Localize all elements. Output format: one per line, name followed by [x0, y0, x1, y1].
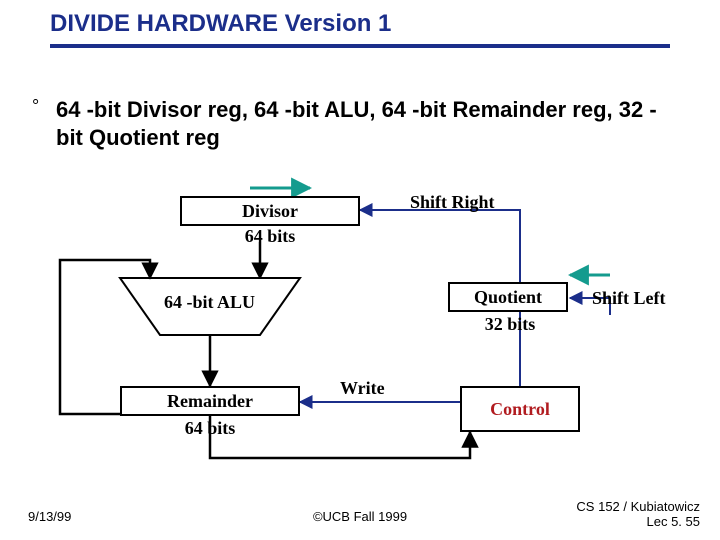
- bullet-marker: °: [32, 96, 39, 117]
- quotient-label: Quotient: [474, 287, 542, 308]
- remainder-register: Remainder: [120, 386, 300, 416]
- title-underline: [50, 44, 670, 48]
- write-label: Write: [340, 378, 385, 399]
- control-label: Control: [490, 399, 550, 420]
- control-block: Control: [460, 386, 580, 432]
- alu-label: 64 -bit ALU: [164, 292, 255, 313]
- diagram-wires: [40, 170, 680, 470]
- divisor-register: Divisor: [180, 196, 360, 226]
- bullet-text: 64 -bit Divisor reg, 64 -bit ALU, 64 -bi…: [56, 96, 676, 151]
- hardware-diagram: Divisor 64 bits Shift Right 64 -bit ALU …: [40, 170, 680, 470]
- remainder-label: Remainder: [167, 391, 253, 412]
- remainder-bits: 64 bits: [170, 418, 250, 439]
- footer-lecture: Lec 5. 55: [647, 514, 701, 529]
- footer-course: CS 152 / Kubiatowicz Lec 5. 55: [576, 500, 700, 530]
- divisor-bits: 64 bits: [220, 226, 320, 247]
- shift-left-label: Shift Left: [592, 288, 666, 309]
- shift-right-label: Shift Right: [410, 192, 495, 213]
- page-title: DIVIDE HARDWARE Version 1: [50, 10, 391, 38]
- divisor-label: Divisor: [242, 201, 298, 222]
- quotient-register: Quotient: [448, 282, 568, 312]
- footer-course-name: CS 152 / Kubiatowicz: [576, 499, 700, 514]
- bullet-item: ° 64 -bit Divisor reg, 64 -bit ALU, 64 -…: [36, 96, 676, 151]
- quotient-bits: 32 bits: [470, 314, 550, 335]
